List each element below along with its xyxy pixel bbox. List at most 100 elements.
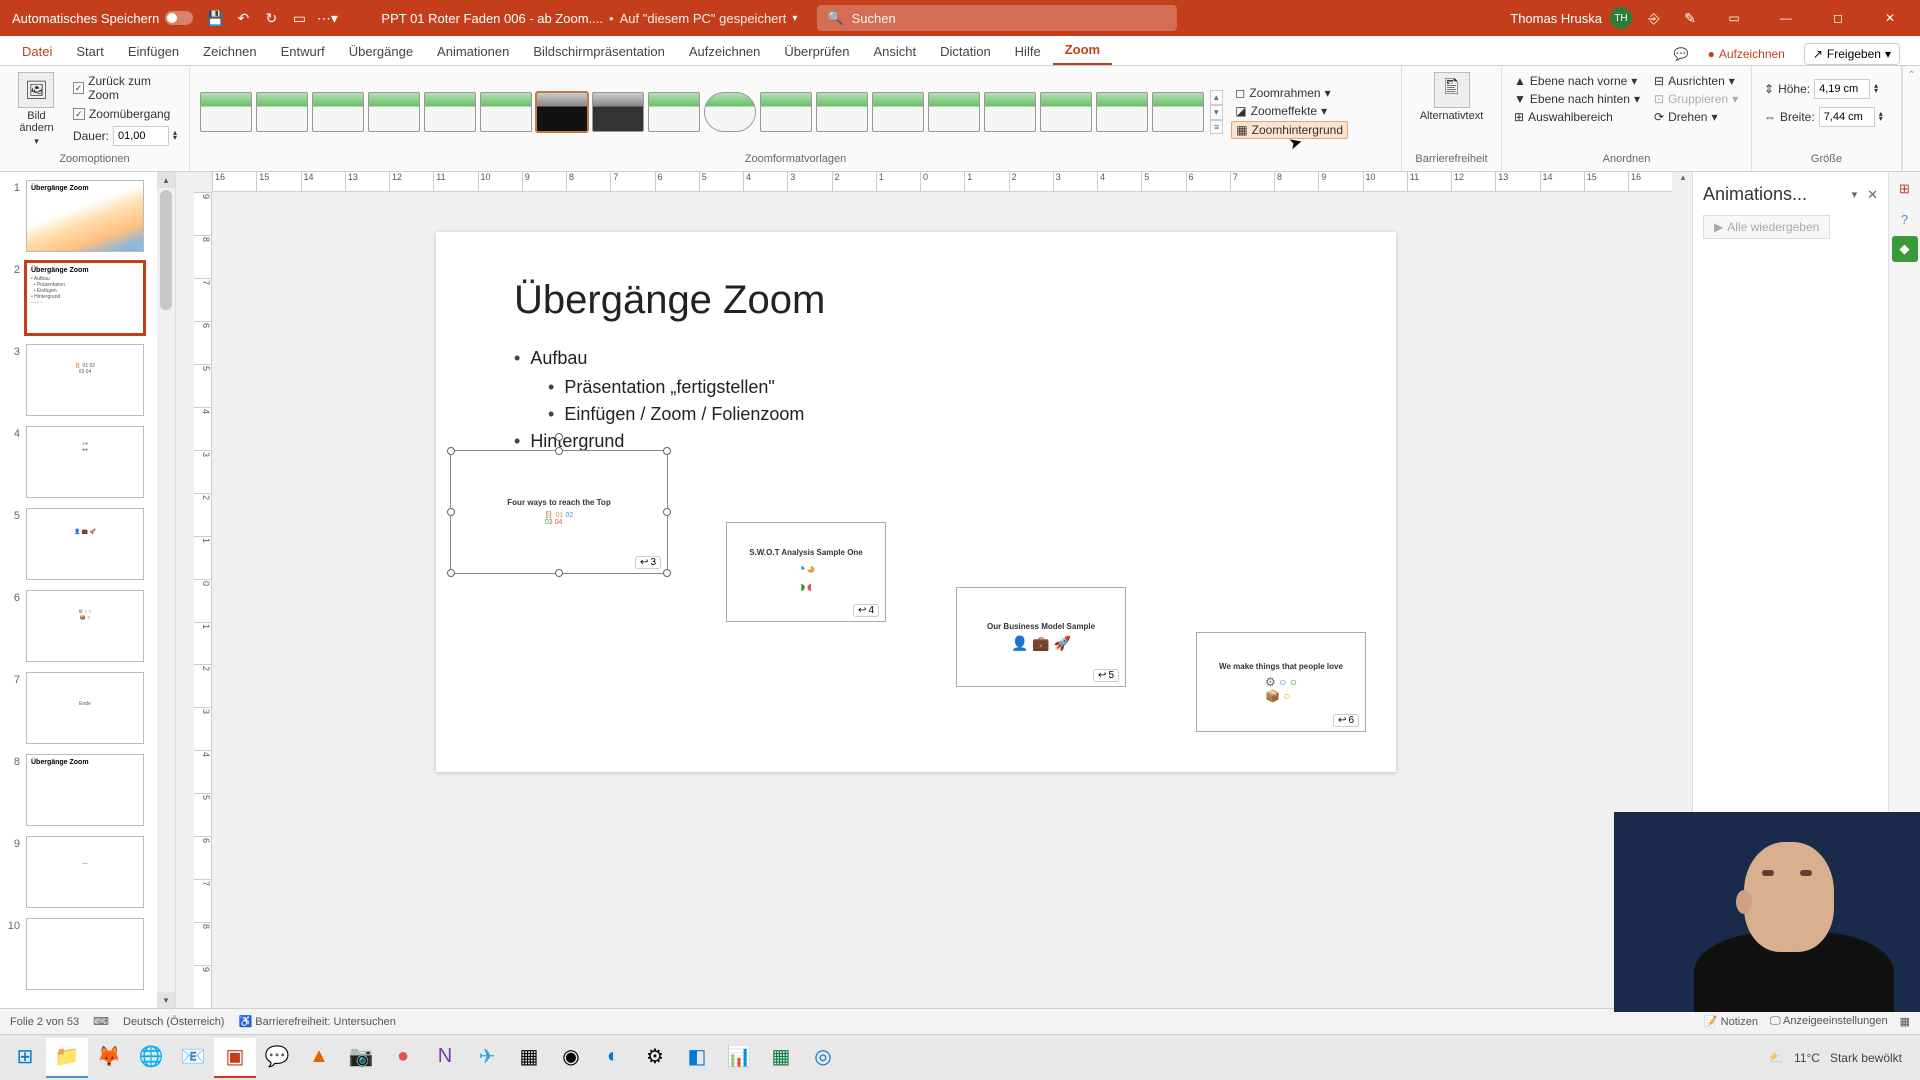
search-box[interactable]: 🔍 (817, 5, 1177, 31)
zoom-style-14[interactable] (928, 92, 980, 132)
normal-view-icon[interactable]: ▦ (1900, 1015, 1910, 1028)
tab-transitions[interactable]: Übergänge (337, 38, 425, 65)
tab-review[interactable]: Überprüfen (772, 38, 861, 65)
onenote-icon[interactable]: N (424, 1038, 466, 1078)
undo-icon[interactable]: ↶ (229, 4, 257, 32)
scroll-up-icon[interactable]: ▴ (157, 172, 175, 188)
more-quickaccess-icon[interactable]: ⋯▾ (313, 4, 341, 32)
zoom-style-2[interactable] (256, 92, 308, 132)
zoom-style-15[interactable] (984, 92, 1036, 132)
zoom-style-3[interactable] (312, 92, 364, 132)
record-button[interactable]: ● Aufzeichnen (1699, 43, 1794, 65)
language-selector[interactable]: Deutsch (Österreich) (123, 1016, 224, 1028)
spellcheck-icon[interactable]: ⌨ (93, 1015, 109, 1028)
scroll-down-icon[interactable]: ▾ (157, 992, 175, 1008)
slide-thumb-4[interactable]: 4●●●● (6, 426, 169, 498)
return-to-zoom-checkbox[interactable]: ✓ Zurück zum Zoom (69, 73, 181, 103)
gallery-up-icon[interactable]: ▴ (1210, 90, 1223, 105)
height-field[interactable] (1814, 79, 1870, 99)
slide-thumb-8[interactable]: 8Übergänge Zoom (6, 754, 169, 826)
excel-icon[interactable]: ▦ (760, 1038, 802, 1078)
redo-icon[interactable]: ↻ (257, 4, 285, 32)
selection-pane-button[interactable]: ⊞ Auswahlbereich (1510, 109, 1644, 125)
app-icon-7[interactable]: ◧ (676, 1038, 718, 1078)
align-button[interactable]: ⊟ Ausrichten ▾ (1650, 73, 1742, 89)
edge-icon[interactable]: ◎ (802, 1038, 844, 1078)
tab-zoom[interactable]: Zoom (1053, 36, 1112, 65)
height-input[interactable]: ⇕ Höhe: ▴▾ (1760, 78, 1887, 100)
duration-field[interactable] (113, 126, 169, 146)
tab-animations[interactable]: Animationen (425, 38, 521, 65)
telegram-icon[interactable]: ✈ (466, 1038, 508, 1078)
zoom-style-16[interactable] (1040, 92, 1092, 132)
vlc-icon[interactable]: ▲ (298, 1038, 340, 1078)
start-from-beginning-icon[interactable]: ▭ (285, 4, 313, 32)
zoom-style-7-selected[interactable] (536, 92, 588, 132)
save-icon[interactable]: 💾 (201, 4, 229, 32)
zoom-style-8[interactable] (592, 92, 644, 132)
obs-icon[interactable]: ◉ (550, 1038, 592, 1078)
slide-editor[interactable]: 1615141312111098765432101234567891011121… (176, 172, 1692, 1008)
change-image-button[interactable]: 🖼 Bild ändern ▾ (8, 70, 65, 149)
slide-thumb-5[interactable]: 5👤 💼 🚀 (6, 508, 169, 580)
sidetab-1[interactable]: ⊞ (1892, 176, 1918, 202)
zoom-box-slide5[interactable]: Our Business Model Sample👤 💼 🚀 ↩ 5 (956, 587, 1126, 687)
weather-text[interactable]: Stark bewölkt (1830, 1051, 1902, 1065)
display-settings-button[interactable]: 🖵 Anzeigeeinstellungen (1770, 1015, 1888, 1028)
zoom-style-11[interactable] (760, 92, 812, 132)
slide-thumb-6[interactable]: 6⚙ ○ ○📦 ○ (6, 590, 169, 662)
firefox-icon[interactable]: 🦊 (88, 1038, 130, 1078)
zoom-effects-button[interactable]: ◪ Zoomeffekte ▾ (1231, 103, 1348, 119)
ribbon-options-icon[interactable]: ▭ (1712, 0, 1756, 36)
zoom-style-1[interactable] (200, 92, 252, 132)
zoom-style-12[interactable] (816, 92, 868, 132)
app-icon-4[interactable]: ▦ (508, 1038, 550, 1078)
tab-slideshow[interactable]: Bildschirmpräsentation (521, 38, 677, 65)
sidetab-help-icon[interactable]: ? (1892, 206, 1918, 232)
maximize-icon[interactable]: ◻ (1816, 0, 1860, 36)
zoom-style-10[interactable] (704, 92, 756, 132)
pane-dropdown-icon[interactable]: ▾ (1852, 188, 1858, 201)
tab-insert[interactable]: Einfügen (116, 38, 191, 65)
bring-forward-button[interactable]: ▲ Ebene nach vorne ▾ (1510, 73, 1644, 89)
autosave-toggle[interactable]: Automatisches Speichern (4, 11, 201, 26)
zoom-style-17[interactable] (1096, 92, 1148, 132)
zoom-box-slide4[interactable]: S.W.O.T Analysis Sample One◔◕◑◐ ↩ 4 (726, 522, 886, 622)
zoom-style-13[interactable] (872, 92, 924, 132)
pane-close-icon[interactable]: ✕ (1867, 187, 1878, 203)
share-button[interactable]: ↗ Freigeben ▾ (1804, 43, 1900, 65)
powerpoint-icon[interactable]: ▣ (214, 1038, 256, 1078)
tab-design[interactable]: Entwurf (269, 38, 337, 65)
comments-icon[interactable]: 💬 (1674, 47, 1689, 61)
gallery-down-icon[interactable]: ▾ (1210, 105, 1223, 120)
chrome-icon[interactable]: 🌐 (130, 1038, 172, 1078)
slide-thumb-10[interactable]: 10 (6, 918, 169, 990)
width-input[interactable]: ⇔ Breite: ▴▾ (1760, 106, 1887, 128)
outlook-icon[interactable]: 📧 (172, 1038, 214, 1078)
alt-text-button[interactable]: 🖺 Alternativtext (1414, 70, 1490, 124)
tab-help[interactable]: Hilfe (1003, 38, 1053, 65)
user-avatar[interactable]: TH (1610, 7, 1632, 29)
user-name[interactable]: Thomas Hruska (1510, 11, 1602, 26)
explorer-icon[interactable]: 📁 (46, 1038, 88, 1078)
close-icon[interactable]: ✕ (1868, 0, 1912, 36)
search-input[interactable] (852, 11, 1168, 26)
app-icon-5[interactable]: ◐ (592, 1038, 634, 1078)
temperature[interactable]: 11°C (1794, 1051, 1820, 1065)
zoom-box-slide3[interactable]: Four ways to reach the Top🪜 01 0203 04 ↩… (450, 450, 668, 574)
slide-thumb-1[interactable]: 1Übergänge Zoom (6, 180, 169, 252)
slide-thumb-7[interactable]: 7Ende (6, 672, 169, 744)
minimize-icon[interactable]: — (1764, 0, 1808, 36)
tab-file[interactable]: Datei (10, 38, 64, 65)
thumbs-scrollbar[interactable]: ▴ ▾ (157, 172, 175, 1008)
chevron-down-icon[interactable]: ▾ (792, 13, 797, 24)
tab-record[interactable]: Aufzeichnen (677, 38, 773, 65)
app-icon-1[interactable]: 💬 (256, 1038, 298, 1078)
start-menu-icon[interactable]: ⊞ (4, 1038, 46, 1078)
slide-title[interactable]: Übergänge Zoom (436, 232, 1396, 323)
coming-soon-icon[interactable]: ⎆ (1640, 4, 1668, 32)
slide-counter[interactable]: Folie 2 von 53 (10, 1016, 79, 1028)
app-icon-3[interactable]: ● (382, 1038, 424, 1078)
sidetab-designer-icon[interactable]: ◆ (1892, 236, 1918, 262)
send-backward-button[interactable]: ▼ Ebene nach hinten ▾ (1510, 91, 1644, 107)
